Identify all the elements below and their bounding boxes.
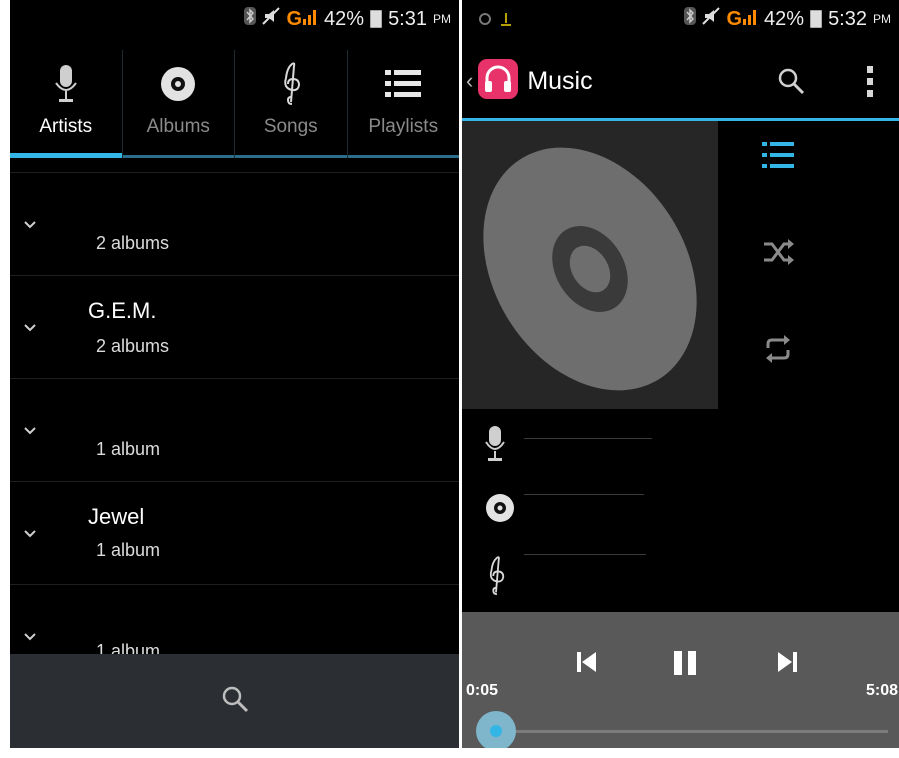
artist-name: Jewel [88,504,145,529]
disc-placeholder-icon [483,147,697,391]
album-count: 1 album [96,540,161,560]
artist-icon [484,424,506,469]
tab-playlists[interactable]: Playlists [347,50,459,158]
chevron-down-icon[interactable] [22,423,38,439]
notification-icon [478,10,518,33]
now-playing-screen: G 42% 5:32 PM ‹ Music 0:05 5:08 [462,0,899,748]
action-bar: ‹ Music [462,44,899,121]
bottom-bar [10,654,459,748]
tab-artists[interactable]: Artists [10,50,123,158]
search-icon[interactable] [776,66,806,101]
album-count: 1 album [96,439,161,459]
next-icon[interactable] [776,650,798,679]
player-panel: 0:05 5:08 [462,612,899,748]
music-app-icon[interactable] [477,58,519,105]
elapsed-time: 0:05 [466,682,499,699]
seek-thumb[interactable] [476,711,517,748]
signal-icon: G [286,7,318,31]
mute-icon [262,7,281,31]
status-bar: G 42% 5:31 PM [10,0,459,38]
clock-time: 5:31 [388,7,427,30]
artist-line [524,438,652,439]
library-tabs: Artists Albums Songs Playlists [10,50,459,158]
chevron-down-icon[interactable] [22,217,38,233]
treble-clef-icon [278,60,304,108]
list-item[interactable]: Jewel 1 album [10,481,459,584]
pause-icon[interactable] [672,650,698,681]
album-count: 2 albums [96,336,170,356]
album-art [462,121,718,409]
clock-ampm: PM [433,12,451,26]
chevron-down-icon[interactable] [22,320,38,336]
app-title: Music [527,66,593,95]
list-item[interactable]: 2 albums [10,172,459,275]
battery-icon [810,10,823,28]
queue-list-icon[interactable] [762,140,796,175]
playback-options [762,140,796,369]
repeat-icon[interactable] [762,334,796,369]
seek-track[interactable] [490,730,888,733]
album-line [524,494,644,495]
tab-albums[interactable]: Albums [122,50,235,158]
tab-indicator [347,155,459,158]
seek-thumb-core [490,725,503,737]
clock-ampm: PM [873,12,891,26]
mute-icon [702,7,721,31]
chevron-down-icon[interactable] [22,629,38,645]
overflow-menu-icon[interactable] [865,64,875,105]
artist-list: 2 albums G.E.M. 2 albums 1 album Jewel 1… [10,172,459,687]
list-item[interactable]: 1 album [10,378,459,481]
total-time: 5:08 [866,682,899,699]
previous-icon[interactable] [576,650,598,679]
back-icon[interactable]: ‹ [466,68,473,94]
disc-icon [159,60,197,108]
album-count: 2 albums [96,233,170,253]
chevron-down-icon[interactable] [22,526,38,542]
treble-clef-icon [484,556,508,601]
list-item[interactable]: G.E.M. 2 albums [10,275,459,378]
tab-indicator [122,155,234,158]
battery-level: 42% [324,7,365,30]
song-line [524,554,646,555]
artists-screen: G 42% 5:31 PM Artists Albums Songs Playl… [10,0,459,748]
list-icon [385,60,422,108]
tab-label: Artists [39,116,93,137]
battery-level: 42% [764,7,805,30]
tab-label: Playlists [368,116,439,137]
clock-time: 5:32 [828,7,867,30]
tab-songs[interactable]: Songs [235,50,348,158]
disc-icon [484,492,516,529]
signal-icon: G [726,7,758,31]
bluetooth-icon [684,7,697,31]
microphone-icon [53,60,79,108]
tab-label: Songs [263,116,318,137]
search-icon[interactable] [220,684,250,719]
bluetooth-icon [244,7,257,31]
battery-icon [370,10,383,28]
tab-indicator [10,153,122,158]
status-bar: G 42% 5:32 PM [462,0,899,38]
tab-label: Albums [146,116,210,137]
tab-indicator [235,155,347,158]
shuffle-icon[interactable] [762,237,796,272]
artist-name: G.E.M. [88,298,157,323]
